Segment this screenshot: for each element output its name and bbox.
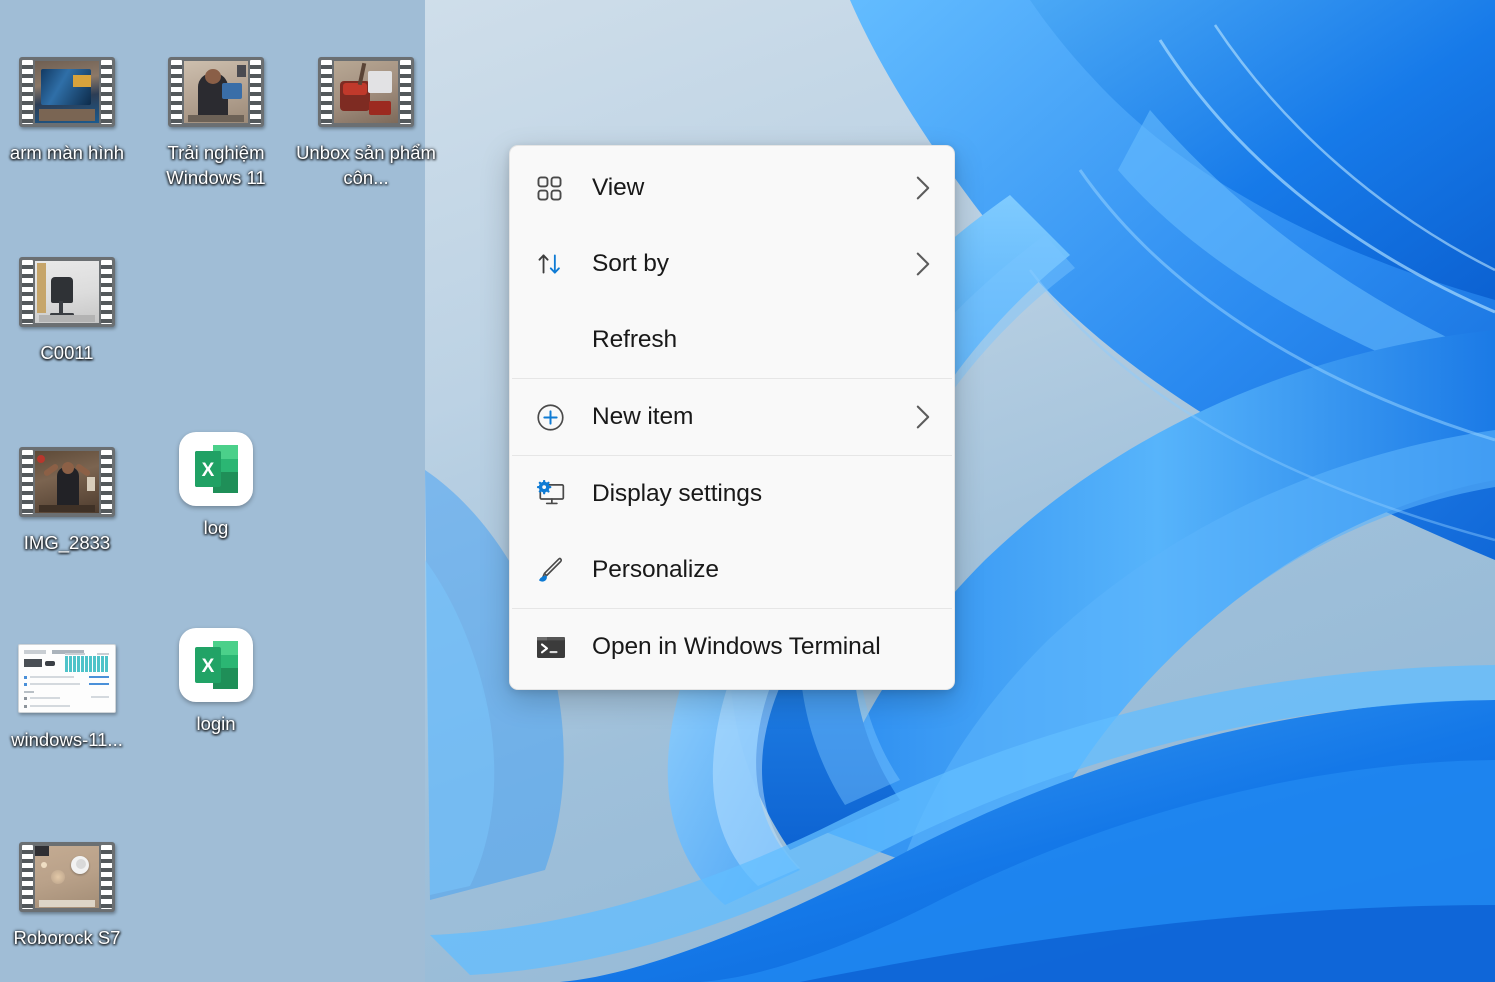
context-menu-item-label: New item bbox=[576, 403, 910, 431]
video-file-icon bbox=[17, 842, 117, 917]
video-file-icon bbox=[316, 57, 416, 132]
context-menu-group-view: View Sort by bbox=[510, 150, 954, 378]
context-menu-item-label: Display settings bbox=[576, 480, 910, 508]
chevron-right-icon bbox=[910, 251, 936, 277]
context-menu-item-personalize[interactable]: Personalize bbox=[510, 532, 954, 608]
desktop-icon-trai-nghiem[interactable]: Trải nghiệm Windows 11 bbox=[141, 55, 291, 190]
desktop-icon-label: windows-11... bbox=[0, 727, 142, 752]
excel-glyph: X bbox=[195, 641, 238, 689]
desktop-icon-label: C0011 bbox=[0, 340, 142, 365]
plus-circle-icon bbox=[536, 399, 576, 435]
desktop-icon-unbox-san-pham[interactable]: Unbox sản phẩm côn... bbox=[291, 55, 441, 190]
video-file-icon bbox=[17, 447, 117, 522]
desktop-icon-label: arm màn hình bbox=[0, 140, 142, 165]
desktop-icon-login[interactable]: X login bbox=[141, 628, 291, 736]
windows-desktop[interactable]: arm màn hình Trải nghiệm Windows 11 bbox=[0, 0, 1495, 982]
desktop-icon-label: Unbox sản phẩm côn... bbox=[291, 140, 441, 190]
context-menu-item-label: View bbox=[576, 174, 910, 202]
video-file-icon bbox=[17, 57, 117, 132]
desktop-icon-roborock-s7[interactable]: Roborock S7 bbox=[0, 840, 142, 950]
context-menu-item-refresh[interactable]: Refresh bbox=[510, 302, 954, 378]
desktop-icon-arm-man-hinh[interactable]: arm màn hình bbox=[0, 55, 142, 165]
context-menu-item-label: Open in Windows Terminal bbox=[576, 633, 910, 661]
desktop-icon-label: Trải nghiệm Windows 11 bbox=[141, 140, 291, 190]
excel-glyph: X bbox=[195, 445, 238, 493]
grid-icon bbox=[536, 170, 576, 206]
svg-text:X: X bbox=[202, 460, 215, 481]
context-menu-item-display-settings[interactable]: Display settings bbox=[510, 456, 954, 532]
desktop-context-menu[interactable]: View Sort by bbox=[509, 145, 955, 690]
sort-icon bbox=[536, 246, 576, 282]
screenshot-file-icon bbox=[17, 644, 117, 719]
context-menu-group-terminal: Open in Windows Terminal bbox=[510, 609, 954, 685]
desktop-icon-label: login bbox=[141, 711, 291, 736]
chevron-right-icon bbox=[910, 404, 936, 430]
context-menu-item-open-in-windows-terminal[interactable]: Open in Windows Terminal bbox=[510, 609, 954, 685]
context-menu-item-view[interactable]: View bbox=[510, 150, 954, 226]
excel-file-icon: X bbox=[166, 628, 266, 703]
desktop-icon-img-2833[interactable]: IMG_2833 bbox=[0, 445, 142, 555]
excel-file-icon: X bbox=[166, 432, 266, 507]
monitor-gear-icon bbox=[536, 476, 576, 512]
video-file-icon bbox=[17, 257, 117, 332]
chevron-right-icon bbox=[910, 175, 936, 201]
context-menu-item-label: Refresh bbox=[576, 326, 910, 354]
context-menu-group-new: New item bbox=[510, 379, 954, 455]
context-menu-group-settings: Display settings Personalize bbox=[510, 456, 954, 608]
desktop-icon-label: IMG_2833 bbox=[0, 530, 142, 555]
context-menu-item-new-item[interactable]: New item bbox=[510, 379, 954, 455]
refresh-no-icon bbox=[536, 322, 576, 358]
context-menu-item-sort-by[interactable]: Sort by bbox=[510, 226, 954, 302]
desktop-icon-c0011[interactable]: C0011 bbox=[0, 255, 142, 365]
desktop-icon-windows-11-doc[interactable]: windows-11... bbox=[0, 640, 142, 752]
video-file-icon bbox=[166, 57, 266, 132]
context-menu-item-label: Sort by bbox=[576, 250, 910, 278]
desktop-icon-label: log bbox=[141, 515, 291, 540]
svg-text:X: X bbox=[202, 656, 215, 677]
terminal-icon bbox=[536, 629, 576, 665]
context-menu-item-label: Personalize bbox=[576, 556, 910, 584]
desktop-icon-log[interactable]: X log bbox=[141, 432, 291, 540]
desktop-icon-label: Roborock S7 bbox=[0, 925, 142, 950]
paintbrush-icon bbox=[536, 552, 576, 588]
